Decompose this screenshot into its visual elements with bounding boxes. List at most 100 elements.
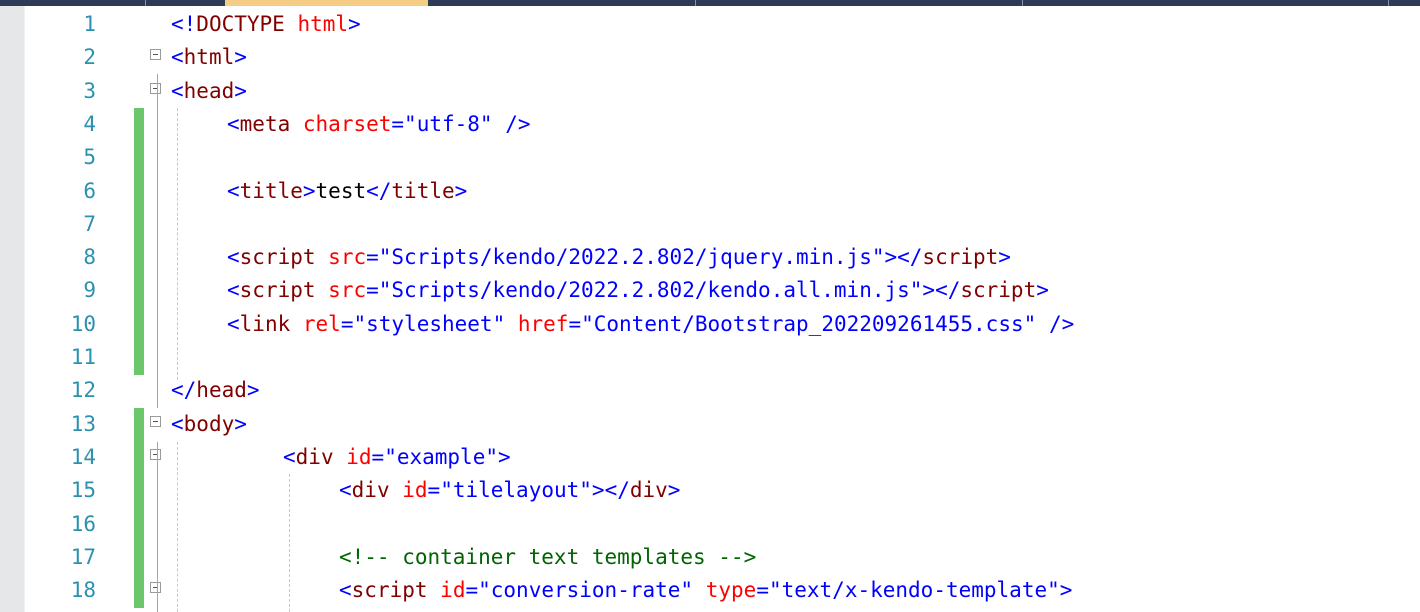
code-token-delim: >: [998, 245, 1011, 270]
code-token-delim: <: [227, 111, 240, 136]
code-line[interactable]: 4 <meta charset="utf-8" />: [0, 107, 1420, 142]
code-text: <div id="example">: [283, 441, 511, 474]
change-indicator: [134, 174, 144, 209]
code-token-delim: >: [234, 45, 247, 70]
code-token-tag: div: [351, 478, 390, 503]
code-line[interactable]: 8 <script src="Scripts/kendo/2022.2.802/j…: [0, 241, 1420, 276]
change-indicator: [134, 241, 144, 276]
code-token-val: Scripts/kendo/2022.2.802/kendo.all.min.j…: [391, 278, 910, 303]
code-token-delim: ": [680, 578, 694, 603]
line-number: 9: [83, 278, 96, 303]
code-token-delim: "></: [579, 478, 630, 503]
code-text: <head>: [171, 75, 247, 108]
line-number: 18: [70, 578, 96, 603]
collapse-toggle-icon[interactable]: [150, 582, 161, 594]
code-line[interactable]: 13 <body>: [0, 407, 1420, 442]
tab-active[interactable]: [225, 0, 428, 6]
code-line[interactable]: 18 <script id="conversion-rate" type="tex…: [0, 574, 1420, 609]
code-line[interactable]: 5: [0, 141, 1420, 176]
code-line[interactable]: 1 <!DOCTYPE html>: [0, 8, 1420, 41]
code-line[interactable]: 10 <link rel="stylesheet" href="Content/B…: [0, 307, 1420, 342]
code-token-val: stylesheet: [366, 311, 493, 336]
line-number: 6: [83, 178, 96, 203]
collapse-toggle-icon[interactable]: [150, 82, 161, 94]
code-token-delim: <: [171, 78, 184, 103]
code-token-tag: head: [196, 378, 247, 403]
tab-separator: [1388, 0, 1389, 6]
code-line[interactable]: 2 <html>: [0, 41, 1420, 74]
code-token-val: tilelayout: [452, 478, 580, 503]
code-line[interactable]: 3 <head>: [0, 75, 1420, 108]
code-token-val: example: [396, 444, 486, 469]
code-token-tag: title: [239, 178, 303, 203]
code-token-delim: <: [171, 45, 184, 70]
code-text: <!DOCTYPE html>: [171, 8, 361, 41]
code-token-delim: ">: [1047, 578, 1073, 603]
code-token-delim: >: [1036, 278, 1049, 303]
code-token-comment: <!-- container text templates -->: [339, 544, 757, 569]
code-token-tag: script: [960, 278, 1037, 303]
code-line[interactable]: 12 </head>: [0, 374, 1420, 407]
line-number: 14: [70, 444, 96, 469]
code-token-delim: =": [568, 311, 594, 336]
code-token-delim: =": [465, 578, 491, 603]
code-token-delim: >: [302, 178, 316, 203]
code-line[interactable]: 15 <div id="tilelayout"></div>: [0, 474, 1420, 509]
code-token-delim: <: [227, 278, 240, 303]
tab-separator: [145, 0, 146, 6]
change-indicator: [134, 274, 144, 309]
code-line[interactable]: 7: [0, 207, 1420, 242]
code-line[interactable]: 6 <title>test</title>: [0, 174, 1420, 209]
code-token-delim: =": [427, 478, 453, 503]
change-indicator: [134, 474, 144, 509]
change-indicator: [134, 440, 144, 475]
tab-previous[interactable]: [0, 0, 225, 6]
code-token-attr: html: [297, 12, 349, 36]
code-token-delim: <: [227, 178, 240, 203]
code-token-attr: charset: [302, 111, 392, 136]
collapse-toggle-icon[interactable]: [150, 415, 161, 427]
line-number: 10: [70, 311, 96, 336]
change-indicator: [134, 407, 144, 442]
line-number: 12: [70, 378, 96, 403]
code-text: <div id="tilelayout"></div>: [339, 474, 680, 507]
code-line[interactable]: 14 <div id="example">: [0, 440, 1420, 475]
code-text: <script src="Scripts/kendo/2022.2.802/ke…: [227, 274, 1049, 307]
code-line[interactable]: 17 <!-- container text templates -->: [0, 540, 1420, 575]
collapse-toggle-icon[interactable]: [150, 448, 161, 460]
line-number: 16: [70, 511, 96, 536]
code-text: <html>: [171, 41, 247, 74]
code-token-tag: title: [391, 178, 455, 203]
code-line[interactable]: 11: [0, 341, 1420, 375]
code-token-delim: </: [171, 378, 197, 403]
indent-guide: [177, 442, 178, 612]
line-number: 15: [70, 478, 96, 503]
code-token-delim: />: [1048, 311, 1075, 336]
code-token-delim: ": [1023, 311, 1037, 336]
collapse-toggle-icon[interactable]: [150, 49, 161, 61]
code-line[interactable]: 16: [0, 507, 1420, 542]
code-token-attr: rel: [302, 311, 341, 336]
line-number: 11: [70, 345, 96, 369]
code-token-delim: =": [366, 245, 392, 270]
change-indicator: [134, 574, 144, 609]
code-token-delim: "></: [871, 245, 923, 270]
code-line[interactable]: 9 <script src="Scripts/kendo/2022.2.802/k…: [0, 274, 1420, 309]
code-token-attr: id: [346, 444, 372, 469]
code-token-delim: <: [227, 245, 240, 270]
change-indicator: [134, 307, 144, 342]
code-token-delim: >: [454, 178, 468, 203]
code-text: <link rel="stylesheet" href="Content/Boo…: [227, 308, 1074, 341]
code-token-delim: >: [246, 378, 260, 403]
code-token-tag: script: [239, 245, 316, 270]
code-token-tag: DOCTYPE: [196, 12, 285, 36]
code-token-text: test: [315, 178, 367, 203]
code-text: <meta charset="utf-8" />: [227, 108, 531, 141]
code-token-tag: html: [183, 45, 235, 70]
